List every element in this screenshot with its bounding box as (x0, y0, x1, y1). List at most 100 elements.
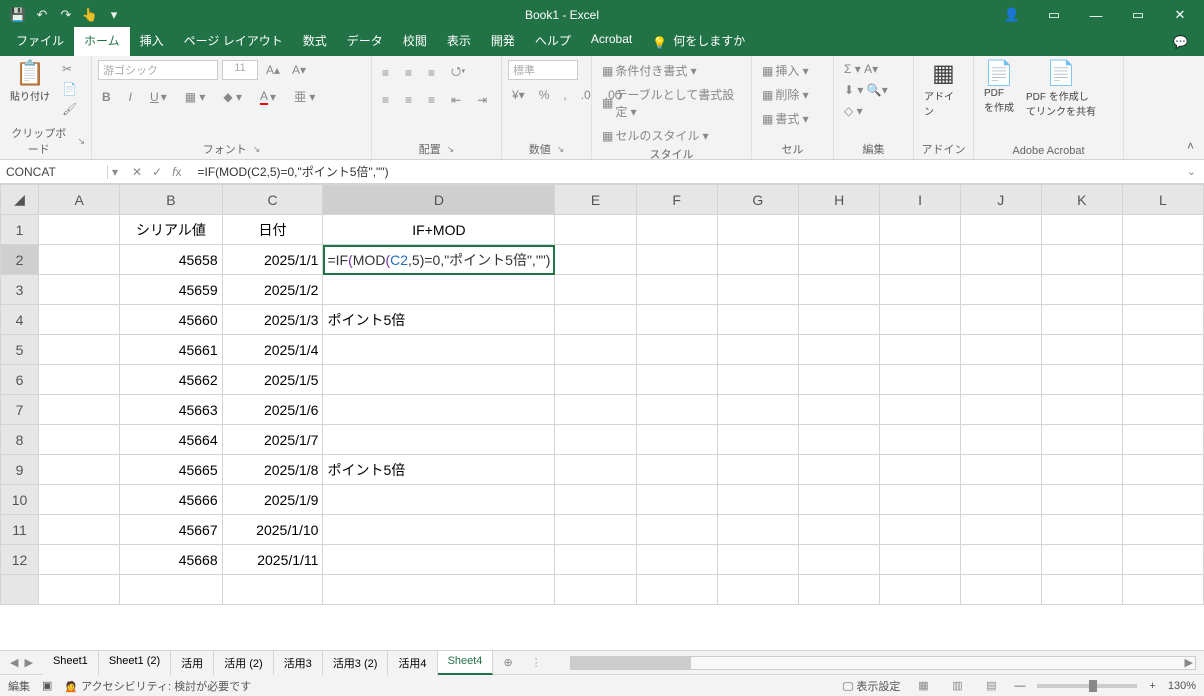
cell[interactable]: 45663 (120, 395, 222, 425)
cell[interactable] (717, 215, 798, 245)
cell[interactable] (636, 275, 717, 305)
cell[interactable] (39, 335, 120, 365)
column-header[interactable]: E (555, 185, 636, 215)
row-header[interactable]: 10 (1, 485, 39, 515)
cell[interactable] (960, 455, 1041, 485)
cell[interactable] (799, 425, 880, 455)
align-top-icon[interactable]: ≡ (378, 60, 393, 85)
cell[interactable] (960, 365, 1041, 395)
zoom-in-icon[interactable]: + (1149, 680, 1155, 692)
cell[interactable]: 45668 (120, 545, 222, 575)
cell[interactable] (1122, 395, 1203, 425)
cell[interactable] (880, 245, 961, 275)
macro-record-icon[interactable]: ▣ (42, 679, 52, 692)
display-settings-button[interactable]: 🖵 表示設定 (843, 678, 901, 694)
cell[interactable] (39, 215, 120, 245)
cell[interactable] (1122, 425, 1203, 455)
fill-button[interactable]: ⬇ ▾ 🔍▾ (840, 81, 892, 99)
cell[interactable] (1041, 425, 1122, 455)
cell[interactable] (39, 425, 120, 455)
orientation-icon[interactable]: ⭯▾ (447, 60, 470, 85)
cell[interactable] (1122, 515, 1203, 545)
cell[interactable] (39, 515, 120, 545)
sheet-tab[interactable]: 活用 (2) (214, 651, 274, 675)
cell[interactable]: 45661 (120, 335, 222, 365)
cell[interactable] (880, 545, 961, 575)
cell[interactable]: 2025/1/1 (222, 245, 323, 275)
cell[interactable] (1041, 215, 1122, 245)
percent-icon[interactable]: % (535, 86, 554, 104)
cell[interactable] (323, 365, 555, 395)
cell[interactable] (1122, 365, 1203, 395)
name-box[interactable]: CONCAT (0, 165, 108, 179)
currency-icon[interactable]: ¥▾ (508, 86, 529, 104)
ribbon-tab-ヘルプ[interactable]: ヘルプ (525, 27, 581, 56)
cell[interactable] (880, 305, 961, 335)
cell[interactable] (1122, 305, 1203, 335)
cell[interactable] (960, 575, 1041, 605)
clear-button[interactable]: ◇ ▾ (840, 102, 867, 120)
cell[interactable] (636, 215, 717, 245)
cell[interactable] (323, 335, 555, 365)
ribbon-tab-開発[interactable]: 開発 (481, 27, 525, 56)
cell[interactable] (960, 485, 1041, 515)
cell[interactable] (717, 425, 798, 455)
cell[interactable]: 2025/1/3 (222, 305, 323, 335)
cell[interactable] (39, 305, 120, 335)
ribbon-tab-ファイル[interactable]: ファイル (6, 27, 74, 56)
close-icon[interactable]: ✕ (1160, 4, 1200, 26)
ribbon-tab-ページ レイアウト[interactable]: ページ レイアウト (174, 27, 293, 56)
cell[interactable] (717, 515, 798, 545)
cell[interactable] (799, 245, 880, 275)
column-header[interactable]: H (799, 185, 880, 215)
share-pdf-button[interactable]: 📄PDF を作成し てリンクを共有 (1022, 60, 1100, 120)
cell[interactable] (960, 275, 1041, 305)
delete-cells-button[interactable]: ▦ 削除 ▾ (758, 84, 813, 105)
cell[interactable]: ポイント5倍 (323, 455, 555, 485)
cell[interactable]: シリアル値 (120, 215, 222, 245)
cell[interactable] (717, 365, 798, 395)
cell[interactable] (880, 515, 961, 545)
dialog-launcher-icon[interactable]: ↘ (253, 144, 261, 155)
expand-formula-bar-icon[interactable]: ⌄ (1179, 165, 1204, 178)
cell[interactable] (1122, 575, 1203, 605)
maximize-icon[interactable]: ▭ (1118, 4, 1158, 26)
cell[interactable] (1041, 365, 1122, 395)
paste-button[interactable]: 📋 貼り付け (6, 60, 54, 105)
row-header[interactable] (1, 575, 39, 605)
scrollbar-thumb[interactable] (571, 657, 691, 669)
enter-formula-icon[interactable]: ✓ (152, 165, 162, 179)
cell[interactable] (1122, 545, 1203, 575)
cell[interactable]: 45667 (120, 515, 222, 545)
row-header[interactable]: 1 (1, 215, 39, 245)
cell[interactable] (39, 245, 120, 275)
cell[interactable] (555, 395, 636, 425)
cell[interactable] (323, 485, 555, 515)
select-all-corner[interactable]: ◢ (1, 185, 39, 215)
horizontal-scrollbar[interactable]: ◀ ▶ (570, 656, 1196, 670)
cell[interactable] (960, 425, 1041, 455)
cell[interactable]: 45660 (120, 305, 222, 335)
cell[interactable] (636, 245, 717, 275)
formula-input[interactable]: =IF(MOD(C2,5)=0,"ポイント5倍","") (192, 163, 1179, 180)
cell[interactable] (1122, 485, 1203, 515)
insert-function-icon[interactable]: fx (172, 165, 181, 179)
save-icon[interactable]: 💾 (8, 5, 28, 25)
sheet-tab[interactable]: 活用3 (2) (323, 651, 389, 675)
cell[interactable] (717, 305, 798, 335)
redo-icon[interactable]: ↷ (56, 5, 76, 25)
font-name-select[interactable]: 游ゴシック (98, 60, 218, 80)
cell[interactable] (1041, 305, 1122, 335)
zoom-slider[interactable] (1037, 684, 1137, 688)
cell[interactable]: 45665 (120, 455, 222, 485)
sheet-tab[interactable]: Sheet1 (43, 651, 99, 675)
cell[interactable] (960, 215, 1041, 245)
cell[interactable] (799, 575, 880, 605)
cell[interactable] (1041, 515, 1122, 545)
undo-icon[interactable]: ↶ (32, 5, 52, 25)
cell[interactable] (1041, 245, 1122, 275)
format-as-table-button[interactable]: ▦ テーブルとして書式設定 ▾ (598, 84, 745, 122)
row-header[interactable]: 3 (1, 275, 39, 305)
cell[interactable]: 2025/1/6 (222, 395, 323, 425)
tab-scroll-icon[interactable]: ⋮ (523, 656, 550, 669)
